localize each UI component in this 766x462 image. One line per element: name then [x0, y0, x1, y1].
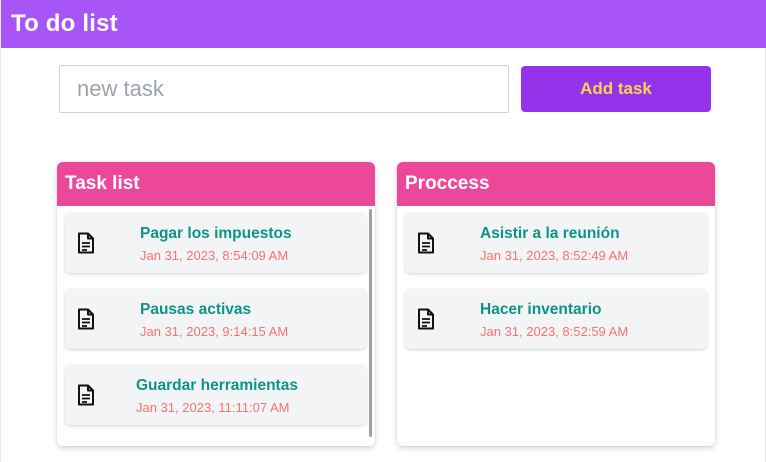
task-date: Jan 31, 2023, 8:54:09 AM [140, 248, 289, 263]
task-item[interactable]: Asistir a la reunión Jan 31, 2023, 8:52:… [405, 213, 707, 273]
app-title: To do list [11, 10, 118, 37]
document-icon [418, 308, 434, 330]
task-list-panel: Task list Pagar los impuestos Jan 31, 20… [57, 162, 375, 446]
process-items: Asistir a la reunión Jan 31, 2023, 8:52:… [397, 206, 715, 372]
task-item[interactable]: Pagar los impuestos Jan 31, 2023, 8:54:0… [65, 213, 366, 273]
new-task-input[interactable] [59, 65, 509, 113]
add-task-button[interactable]: Add task [521, 66, 711, 112]
task-item[interactable]: Hacer inventario Jan 31, 2023, 8:52:59 A… [405, 289, 707, 349]
task-list-items: Pagar los impuestos Jan 31, 2023, 8:54:0… [57, 206, 375, 446]
task-list-title: Task list [65, 173, 140, 194]
process-title: Proccess [405, 173, 490, 194]
task-name: Guardar herramientas [136, 377, 298, 394]
task-list-header: Task list [57, 162, 375, 206]
task-name: Pausas activas [140, 301, 252, 318]
document-icon [418, 232, 434, 254]
process-header: Proccess [397, 162, 715, 206]
document-icon [78, 232, 94, 254]
task-name: Hacer inventario [480, 301, 602, 318]
todo-app: To do list Add task Task list Pagar los … [0, 0, 766, 462]
task-date: Jan 31, 2023, 8:52:59 AM [480, 324, 629, 339]
document-icon [78, 308, 94, 330]
task-item[interactable]: Guardar herramientas Jan 31, 2023, 11:11… [65, 365, 366, 425]
task-name: Pagar los impuestos [140, 225, 292, 242]
document-icon [78, 384, 94, 406]
process-panel: Proccess Asistir a la reunión Jan 31, 20… [397, 162, 715, 446]
task-list-scrollbar[interactable] [369, 209, 372, 437]
top-bar: To do list [1, 0, 766, 48]
task-item[interactable]: Pausas activas Jan 31, 2023, 9:14:15 AM [65, 289, 366, 349]
task-name: Asistir a la reunión [480, 225, 620, 242]
task-date: Jan 31, 2023, 11:11:07 AM [136, 400, 290, 415]
task-date: Jan 31, 2023, 8:52:49 AM [480, 248, 629, 263]
task-date: Jan 31, 2023, 9:14:15 AM [140, 324, 289, 339]
